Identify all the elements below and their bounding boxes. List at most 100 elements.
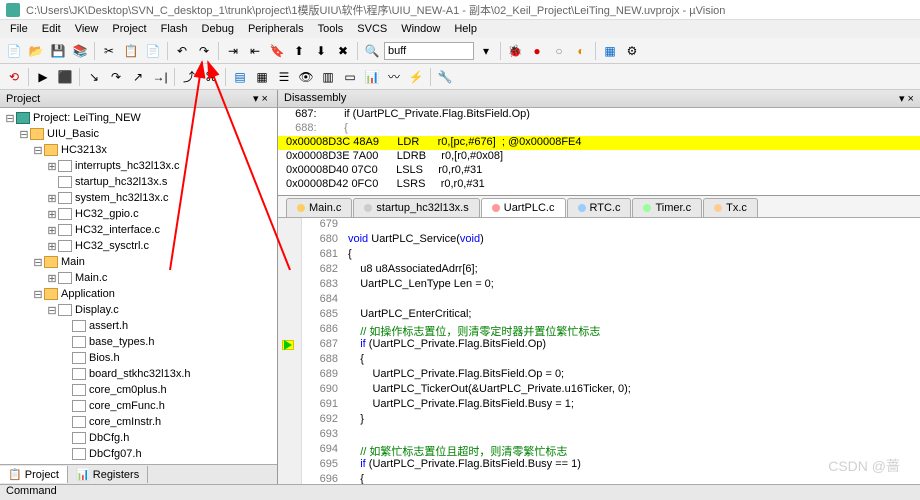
menu-tools[interactable]: Tools	[312, 21, 350, 37]
file-tab[interactable]: RTC.c	[567, 198, 632, 217]
undo-button[interactable]: ↶	[172, 41, 192, 61]
serial-button[interactable]: ▭	[340, 67, 360, 87]
bookmark-next-button[interactable]: ⬇	[311, 41, 331, 61]
code-text[interactable]: void UartPLC_Service(void){ u8 u8Associa…	[344, 218, 920, 484]
tree-item[interactable]: ⊟Application	[2, 286, 275, 302]
app-icon	[6, 3, 20, 17]
find-dropdown[interactable]: ▾	[476, 41, 496, 61]
breakpoint-disable-button[interactable]: ○	[549, 41, 569, 61]
redo-button[interactable]: ↷	[194, 41, 214, 61]
copy-button[interactable]: 📋	[121, 41, 141, 61]
breakpoint-button[interactable]: ●	[527, 41, 547, 61]
line-numbers: 6796806816826836846856866876886896906916…	[302, 218, 344, 484]
save-all-button[interactable]: 📚	[70, 41, 90, 61]
command-bar: Command	[0, 484, 920, 500]
disassembly-title: Disassembly	[284, 92, 346, 105]
tree-item[interactable]: core_cmFunc.h	[2, 398, 275, 414]
stop-button[interactable]: ⬛	[55, 67, 75, 87]
breakpoint-gutter[interactable]	[278, 218, 302, 484]
tree-item[interactable]: Bios.h	[2, 350, 275, 366]
regs-window-button[interactable]: ▦	[252, 67, 272, 87]
disassembly-header: Disassembly ▾ ×	[278, 90, 920, 108]
bottom-tab-registers[interactable]: 📊 Registers	[68, 466, 148, 483]
find-input[interactable]	[384, 42, 474, 60]
tree-item[interactable]: assert.h	[2, 318, 275, 334]
reset-button[interactable]: ⟲	[4, 67, 24, 87]
project-panel-close[interactable]: ▾ ×	[250, 92, 271, 105]
tree-item[interactable]: ⊞HC32_gpio.c	[2, 206, 275, 222]
disassembly-close[interactable]: ▾ ×	[899, 92, 914, 105]
tree-item[interactable]: ⊞HC32_sysctrl.c	[2, 238, 275, 254]
menu-help[interactable]: Help	[448, 21, 483, 37]
file-tab[interactable]: Tx.c	[703, 198, 758, 217]
debug-button[interactable]: 🐞	[505, 41, 525, 61]
menu-flash[interactable]: Flash	[155, 21, 194, 37]
code-editor[interactable]: 6796806816826836846856866876886896906916…	[278, 218, 920, 484]
window-button[interactable]: ▦	[600, 41, 620, 61]
step-over-button[interactable]: ↷	[106, 67, 126, 87]
tree-item[interactable]: base_types.h	[2, 334, 275, 350]
toolbox-button[interactable]: 🔧	[435, 67, 455, 87]
tree-item[interactable]: DbCfg.h	[2, 430, 275, 446]
open-button[interactable]: 📂	[26, 41, 46, 61]
disasm-window-button[interactable]: ▤	[230, 67, 250, 87]
menu-peripherals[interactable]: Peripherals	[242, 21, 310, 37]
tree-item[interactable]: ⊞HC32_interface.c	[2, 222, 275, 238]
file-tab[interactable]: Main.c	[286, 198, 352, 217]
bookmark-clear-button[interactable]: ✖	[333, 41, 353, 61]
breakpoint-kill-button[interactable]: ◐	[571, 41, 591, 61]
tree-item[interactable]: ⊞interrupts_hc32l13x.c	[2, 158, 275, 174]
tree-item[interactable]: ⊟Main	[2, 254, 275, 270]
menu-svcs[interactable]: SVCS	[351, 21, 393, 37]
outdent-button[interactable]: ⇤	[245, 41, 265, 61]
trace-button[interactable]: 〰	[384, 67, 404, 87]
memory-button[interactable]: ▥	[318, 67, 338, 87]
bottom-tabs: 📋 Project📊 Registers	[0, 464, 277, 484]
new-button[interactable]: 📄	[4, 41, 24, 61]
tree-item[interactable]: core_cm0plus.h	[2, 382, 275, 398]
tree-item[interactable]: board_stkhc32l13x.h	[2, 366, 275, 382]
cut-button[interactable]: ✂	[99, 41, 119, 61]
tree-item[interactable]: ⊟Project: LeiTing_NEW	[2, 110, 275, 126]
save-button[interactable]: 💾	[48, 41, 68, 61]
menu-view[interactable]: View	[69, 21, 105, 37]
run-button[interactable]: ▶	[33, 67, 53, 87]
tree-item[interactable]: ⊟HC3213x	[2, 142, 275, 158]
menu-debug[interactable]: Debug	[196, 21, 240, 37]
menu-project[interactable]: Project	[106, 21, 152, 37]
show-next-button[interactable]: ⤴	[179, 67, 199, 87]
find-button[interactable]: 🔍	[362, 41, 382, 61]
menu-edit[interactable]: Edit	[36, 21, 67, 37]
paste-button[interactable]: 📄	[143, 41, 163, 61]
tree-item[interactable]: core_cmInstr.h	[2, 414, 275, 430]
tree-item[interactable]: ⊞Main.c	[2, 270, 275, 286]
project-tree[interactable]: ⊟Project: LeiTing_NEW⊟UIU_Basic⊟HC3213x⊞…	[0, 108, 277, 464]
file-tab[interactable]: Timer.c	[632, 198, 702, 217]
command-button[interactable]: ⌘	[201, 67, 221, 87]
title-bar: C:\Users\JK\Desktop\SVN_C_desktop_1\trun…	[0, 0, 920, 20]
window-title: C:\Users\JK\Desktop\SVN_C_desktop_1\trun…	[26, 2, 725, 18]
run-to-cursor-button[interactable]: →|	[150, 67, 170, 87]
file-tab[interactable]: UartPLC.c	[481, 198, 566, 217]
call-stack-button[interactable]: ☰	[274, 67, 294, 87]
indent-button[interactable]: ⇥	[223, 41, 243, 61]
bottom-tab-project[interactable]: 📋 Project	[0, 466, 68, 483]
tree-item[interactable]: ⊟UIU_Basic	[2, 126, 275, 142]
step-in-button[interactable]: ↘	[84, 67, 104, 87]
config-button[interactable]: ⚙	[622, 41, 642, 61]
bookmark-prev-button[interactable]: ⬆	[289, 41, 309, 61]
menu-window[interactable]: Window	[395, 21, 446, 37]
watch-button[interactable]: 👁	[296, 67, 316, 87]
disassembly-view[interactable]: 687: if (UartPLC_Private.Flag.BitsField.…	[278, 108, 920, 196]
menu-bar: FileEditViewProjectFlashDebugPeripherals…	[0, 20, 920, 38]
bookmark-button[interactable]: 🔖	[267, 41, 287, 61]
tree-item[interactable]: ⊟Display.c	[2, 302, 275, 318]
system-button[interactable]: ⚡	[406, 67, 426, 87]
tree-item[interactable]: startup_hc32l13x.s	[2, 174, 275, 190]
menu-file[interactable]: File	[4, 21, 34, 37]
analysis-button[interactable]: 📊	[362, 67, 382, 87]
tree-item[interactable]: DbCfg07.h	[2, 446, 275, 462]
step-out-button[interactable]: ↗	[128, 67, 148, 87]
file-tab[interactable]: startup_hc32l13x.s	[353, 198, 479, 217]
tree-item[interactable]: ⊞system_hc32l13x.c	[2, 190, 275, 206]
